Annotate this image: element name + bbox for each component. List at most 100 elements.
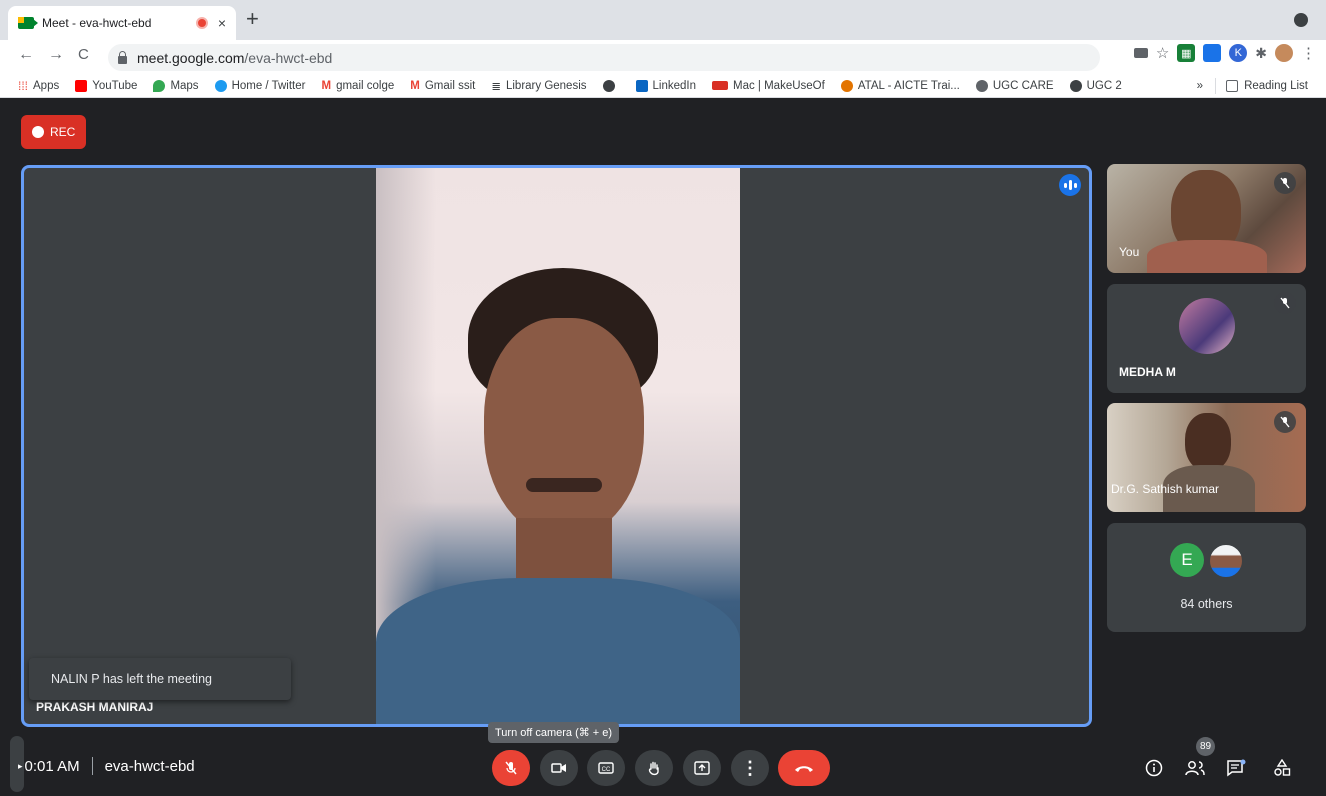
extension-sheets-icon[interactable]: ▦ bbox=[1177, 44, 1196, 62]
meeting-code: eva-hwct-ebd bbox=[104, 757, 195, 775]
tab-close-button[interactable]: × bbox=[218, 15, 226, 31]
hand-icon bbox=[648, 761, 659, 776]
bookmark-globe[interactable] bbox=[602, 79, 620, 92]
hang-up-icon bbox=[795, 766, 813, 772]
reload-button[interactable]: C bbox=[78, 46, 89, 63]
bookmark-apps[interactable]: ⁞⁞⁞ Apps bbox=[18, 79, 59, 93]
recording-badge: REC bbox=[21, 115, 86, 149]
camera-tooltip: Turn off camera (⌘ + e) bbox=[488, 722, 620, 743]
divider bbox=[1215, 78, 1217, 94]
bookmark-library-genesis[interactable]: ≣ Library Genesis bbox=[491, 79, 586, 93]
camera-in-use-icon[interactable] bbox=[1133, 48, 1148, 58]
bookmark-star-icon[interactable]: ☆ bbox=[1156, 44, 1169, 62]
google-meet-icon bbox=[18, 17, 38, 29]
mic-off-icon bbox=[1274, 172, 1296, 194]
bookmark-maps[interactable]: Maps bbox=[153, 79, 199, 92]
profile-icon[interactable] bbox=[1294, 13, 1308, 27]
activities-shapes-icon bbox=[1274, 759, 1291, 776]
library-icon: ≣ bbox=[491, 80, 501, 93]
participant-tile-medha[interactable]: MEDHA M bbox=[1107, 284, 1306, 393]
camera-toggle-button[interactable] bbox=[540, 750, 578, 786]
toolbar-actions: ☆ ▦ K ✱ ⋮ bbox=[1133, 44, 1316, 62]
mic-off-icon bbox=[1274, 292, 1296, 314]
bookmark-gmail-colge[interactable]: Mgmail colge bbox=[321, 80, 394, 92]
raise-hand-button[interactable] bbox=[635, 750, 673, 786]
meeting-details-button[interactable] bbox=[1140, 754, 1168, 782]
participant-tile-sathish[interactable]: Dr.G. Sathish kumar bbox=[1107, 403, 1306, 512]
bookmark-linkedin[interactable]: LinkedIn bbox=[635, 79, 696, 92]
extension-k-icon[interactable]: K bbox=[1229, 44, 1248, 62]
main-speaker-tile[interactable]: PRAKASH MANIRAJ bbox=[21, 165, 1092, 727]
rec-label: REC bbox=[50, 125, 76, 139]
svg-text:CC: CC bbox=[602, 767, 611, 773]
extension-blue-icon[interactable] bbox=[1203, 44, 1222, 62]
youtube-icon bbox=[75, 79, 88, 92]
more-options-button[interactable]: ⋮ bbox=[731, 750, 769, 786]
record-dot-icon bbox=[32, 126, 44, 138]
more-vert-icon: ⋮ bbox=[741, 757, 759, 778]
leave-call-button[interactable] bbox=[778, 750, 830, 786]
people-button[interactable] bbox=[1181, 754, 1209, 782]
bookmark-youtube[interactable]: YouTube bbox=[75, 79, 137, 92]
present-screen-button[interactable] bbox=[683, 750, 721, 786]
others-count: 84 others bbox=[1180, 597, 1233, 611]
gmail-icon: M bbox=[321, 79, 332, 92]
reading-list-button[interactable]: Reading List bbox=[1244, 80, 1308, 92]
bookmark-atal-aicte[interactable]: ATAL - AICTE Trai... bbox=[840, 79, 960, 92]
ugc-logo-icon bbox=[975, 79, 988, 92]
url-path: /eva-hwct-ebd bbox=[244, 49, 333, 66]
divider bbox=[91, 757, 93, 775]
back-button[interactable]: ← bbox=[18, 46, 34, 64]
bookmark-ugc-care[interactable]: UGC CARE bbox=[975, 79, 1054, 92]
current-time: 0:01 AM bbox=[24, 757, 80, 775]
bookmarks-right: » Reading List bbox=[1197, 78, 1308, 94]
bookmark-twitter[interactable]: Home / Twitter bbox=[214, 79, 305, 92]
people-icon bbox=[1185, 761, 1205, 776]
meeting-info: ▸ 0:01 AM eva-hwct-ebd bbox=[18, 757, 195, 775]
camera-icon bbox=[551, 763, 566, 773]
info-icon bbox=[1145, 759, 1163, 777]
address-bar[interactable]: meet.google.com/eva-hwct-ebd bbox=[108, 44, 1100, 71]
extensions-puzzle-icon[interactable]: ✱ bbox=[1255, 45, 1267, 62]
captions-button[interactable]: CC bbox=[587, 750, 625, 786]
present-icon bbox=[694, 761, 710, 775]
globe-icon bbox=[602, 79, 615, 92]
bookmark-gmail-ssit[interactable]: M Gmail ssit bbox=[410, 80, 475, 92]
tab-meet[interactable]: Meet - eva-hwct-ebd × bbox=[8, 6, 236, 40]
participant-name: MEDHA M bbox=[1119, 365, 1176, 379]
chat-button[interactable] bbox=[1222, 754, 1250, 782]
globe-icon bbox=[1069, 79, 1082, 92]
avatar bbox=[1179, 298, 1235, 354]
expand-caret-icon: ▸ bbox=[18, 760, 23, 771]
avatar bbox=[1208, 543, 1244, 579]
participant-name: Dr.G. Sathish kumar bbox=[1111, 482, 1220, 496]
reading-list-icon bbox=[1226, 80, 1239, 92]
bookmark-makeuseof[interactable]: Mac | MakeUseOf bbox=[712, 80, 825, 92]
aicte-logo-icon bbox=[840, 79, 853, 92]
browser-toolbar: ← → C meet.google.com/eva-hwct-ebd ☆ ▦ K… bbox=[0, 40, 1326, 74]
apps-grid-icon: ⁞⁞⁞ bbox=[18, 78, 29, 93]
participant-tile-others[interactable]: E 84 others bbox=[1107, 523, 1306, 632]
activities-button[interactable] bbox=[1268, 754, 1296, 782]
avatar-initial: E bbox=[1170, 543, 1204, 577]
chat-icon bbox=[1227, 759, 1246, 777]
captions-icon: CC bbox=[598, 762, 614, 774]
participant-video bbox=[1185, 413, 1231, 471]
people-count-badge: 89 bbox=[1196, 737, 1215, 756]
tab-title: Meet - eva-hwct-ebd bbox=[42, 16, 152, 30]
bookmarks-bar: ⁞⁞⁞ Apps YouTube Maps Home / Twitter Mgma… bbox=[0, 74, 1326, 98]
forward-button[interactable]: → bbox=[48, 46, 64, 64]
recording-indicator-icon bbox=[195, 17, 208, 29]
url-host: meet.google.com bbox=[137, 49, 245, 66]
notification-toast: NALIN P has left the meeting bbox=[29, 658, 291, 700]
mic-toggle-button[interactable] bbox=[492, 750, 530, 786]
avatar-icon[interactable] bbox=[1275, 44, 1293, 62]
maps-pin-icon bbox=[153, 79, 166, 92]
lock-icon bbox=[118, 50, 127, 64]
bookmark-ugc-2[interactable]: UGC 2 bbox=[1069, 79, 1122, 92]
bookmarks-overflow-button[interactable]: » bbox=[1197, 80, 1203, 92]
browser-menu-icon[interactable]: ⋮ bbox=[1301, 44, 1316, 62]
participant-tile-you[interactable]: You bbox=[1107, 164, 1306, 273]
browser-tabstrip: Meet - eva-hwct-ebd × + bbox=[0, 0, 1326, 40]
new-tab-button[interactable]: + bbox=[246, 8, 259, 30]
